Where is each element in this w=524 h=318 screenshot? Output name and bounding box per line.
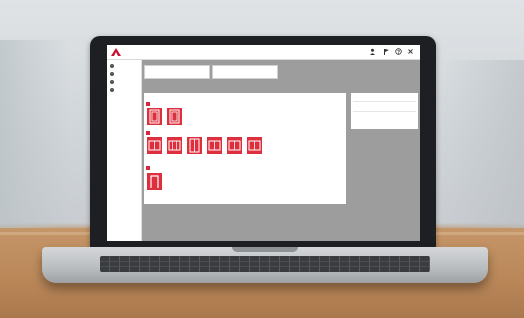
window-icon [148, 140, 161, 151]
brand-logo-icon [111, 48, 121, 56]
tile-door-single[interactable] [167, 108, 182, 125]
settings-icon [110, 88, 114, 92]
list-icon [110, 80, 114, 84]
tile-door-frame[interactable] [147, 173, 162, 190]
info-panel [351, 93, 418, 129]
tile-window[interactable] [247, 137, 262, 154]
laptop-screen [107, 45, 420, 241]
sidebar-item-home[interactable] [110, 63, 116, 69]
project-field[interactable] [144, 65, 210, 79]
info-divider [353, 111, 416, 112]
tile-door-single[interactable] [147, 108, 162, 125]
sidebar-item-settings[interactable] [110, 87, 116, 93]
group-tag [146, 166, 150, 170]
tile-door-double[interactable] [187, 137, 202, 154]
door-single-icon [169, 109, 180, 124]
home-icon [110, 64, 114, 68]
app-topbar [107, 45, 420, 60]
door-frame-icon [150, 175, 159, 188]
sidebar-item-folder[interactable] [110, 71, 116, 77]
sidebar [107, 60, 142, 241]
laptop-notch [232, 247, 298, 252]
window-icon [168, 140, 181, 151]
product-selection-panel [144, 93, 346, 204]
background-shape-left [0, 40, 70, 240]
group-tag [146, 102, 150, 106]
group-tag [146, 131, 150, 135]
sidebar-item-list[interactable] [110, 79, 116, 85]
close-icon[interactable] [407, 48, 414, 55]
tile-window[interactable] [147, 137, 162, 154]
help-icon[interactable] [395, 48, 402, 55]
keyboard-row-divider [100, 266, 430, 267]
keyboard-row-divider [100, 261, 430, 262]
reference-field[interactable] [212, 65, 278, 79]
tile-window[interactable] [167, 137, 182, 154]
folder-icon [110, 72, 114, 76]
info-divider [353, 101, 416, 102]
tile-window[interactable] [227, 137, 242, 154]
main-content [142, 60, 420, 241]
door-double-icon [189, 138, 200, 153]
window-icon [228, 140, 241, 151]
laptop-keyboard [100, 256, 430, 272]
flag-icon[interactable] [383, 48, 390, 55]
background-shape-right [444, 60, 524, 240]
window-icon [208, 140, 221, 151]
door-single-icon [149, 109, 160, 124]
tile-window[interactable] [207, 137, 222, 154]
window-icon [248, 140, 261, 151]
user-icon[interactable] [369, 48, 376, 55]
